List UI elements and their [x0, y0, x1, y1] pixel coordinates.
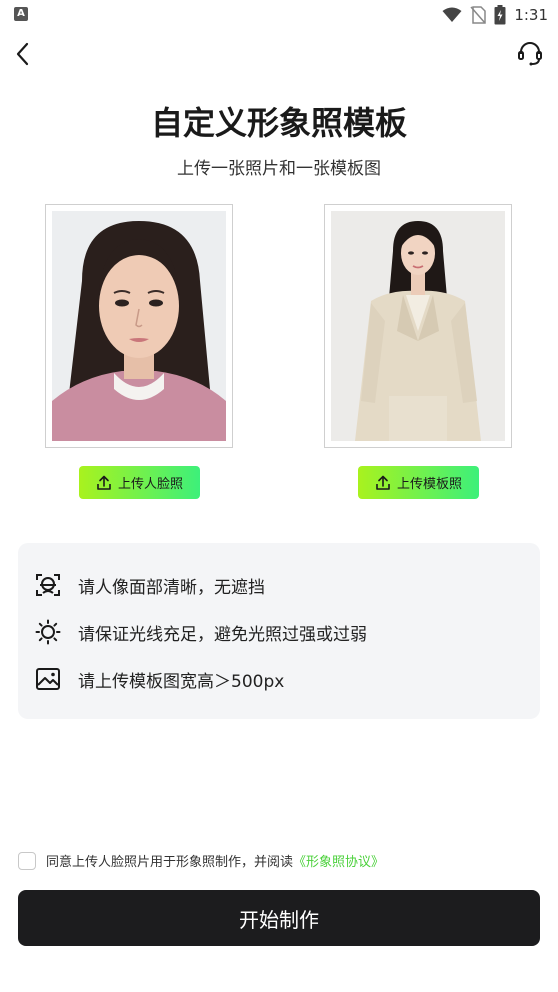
upload-face-label: 上传人脸照 [117, 477, 183, 492]
agreement-text: 同意上传人脸照片用于形象照制作，并阅读《形象照协议》 [46, 851, 384, 870]
upload-template-button[interactable]: 上传模板照 [358, 466, 479, 499]
upload-icon [376, 475, 390, 490]
tip-row-face: 请人像面部清晰，无遮挡 [34, 571, 265, 599]
image-icon [34, 665, 62, 693]
notification-app-badge: A [14, 7, 28, 21]
status-icons: 1:31 [442, 4, 548, 26]
wifi-icon [442, 7, 462, 22]
no-sim-icon [470, 6, 487, 24]
tip-text: 请上传模板图宽高＞500px [78, 671, 285, 692]
agreement-link[interactable]: 《形象照协议》 [293, 855, 384, 870]
headset-icon [518, 42, 542, 66]
top-nav [0, 34, 558, 74]
agreement-label: 同意上传人脸照片用于形象照制作，并阅读 [46, 855, 294, 870]
template-photo [331, 211, 505, 441]
agreement-checkbox[interactable] [18, 851, 36, 870]
chevron-left-icon [16, 42, 29, 66]
upload-icon [97, 475, 111, 490]
face-photo [52, 211, 226, 441]
status-time: 1:31 [514, 6, 548, 24]
face-photo-slot[interactable] [45, 204, 233, 448]
battery-charging-icon [494, 5, 506, 25]
status-bar: A 1:31 [0, 0, 558, 30]
customer-support-button[interactable] [514, 38, 546, 70]
page-title: 自定义形象照模板 [150, 104, 407, 142]
tip-row-light: 请保证光线充足，避免光照过强或过弱 [34, 618, 367, 646]
back-button[interactable] [10, 38, 40, 70]
sun-icon [34, 618, 62, 646]
tip-text: 请保证光线充足，避免光照过强或过弱 [78, 624, 367, 645]
tip-row-size: 请上传模板图宽高＞500px [34, 665, 284, 693]
tips-card: 请人像面部清晰，无遮挡 请保证光线充足，避免光照过强或过弱 请上传模板图宽高＞5… [18, 543, 540, 719]
template-photo-slot[interactable] [324, 204, 512, 448]
face-scan-icon [34, 571, 62, 599]
tip-text: 请人像面部清晰，无遮挡 [78, 577, 265, 598]
agreement-row: 同意上传人脸照片用于形象照制作，并阅读《形象照协议》 [18, 851, 384, 870]
upload-template-label: 上传模板照 [396, 477, 462, 492]
page-subtitle: 上传一张照片和一张模板图 [177, 159, 381, 179]
start-button[interactable]: 开始制作 [18, 890, 540, 946]
upload-face-button[interactable]: 上传人脸照 [79, 466, 200, 499]
